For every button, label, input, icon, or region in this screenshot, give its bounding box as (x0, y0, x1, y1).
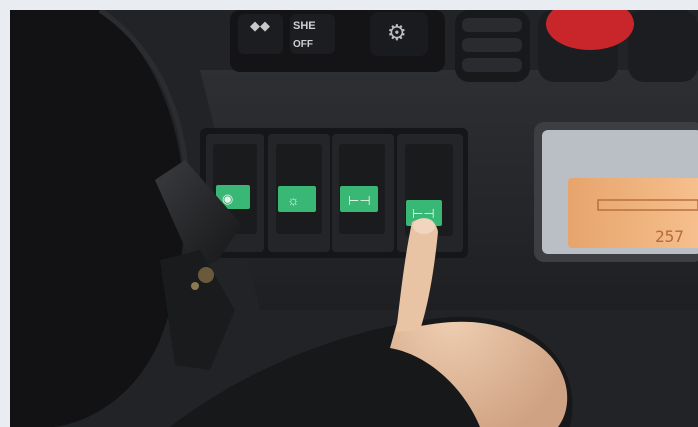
upper-right-buttons (455, 10, 698, 82)
top-control-label-2: OFF (293, 39, 313, 50)
parking-light-icon: ◉ (222, 191, 233, 206)
lcd-display: 257 (534, 122, 698, 262)
gear-icon: ⚙ (387, 20, 407, 45)
fingernail (413, 218, 435, 234)
top-controls: ◆◆ SHE OFF ⚙ (230, 10, 445, 72)
dashboard-photo: ◆◆ SHE OFF ⚙ ◉ ☼ ⊢⊣ ⊢⊣ 257 (10, 10, 698, 427)
round-button-2[interactable] (628, 10, 698, 82)
display-reading: 257 (655, 227, 684, 246)
top-control-label-1: SHE (293, 20, 316, 32)
work-light-icon: ⊢⊣ (348, 193, 371, 208)
hazard-icon: ◆◆ (250, 18, 270, 33)
rocker-switch-3[interactable]: ⊢⊣ (332, 134, 394, 252)
headlight-icon: ☼ (287, 192, 300, 208)
rocker-switch-2[interactable]: ☼ (268, 134, 330, 252)
dashboard-scene: ◆◆ SHE OFF ⚙ ◉ ☼ ⊢⊣ ⊢⊣ 257 (10, 10, 698, 427)
